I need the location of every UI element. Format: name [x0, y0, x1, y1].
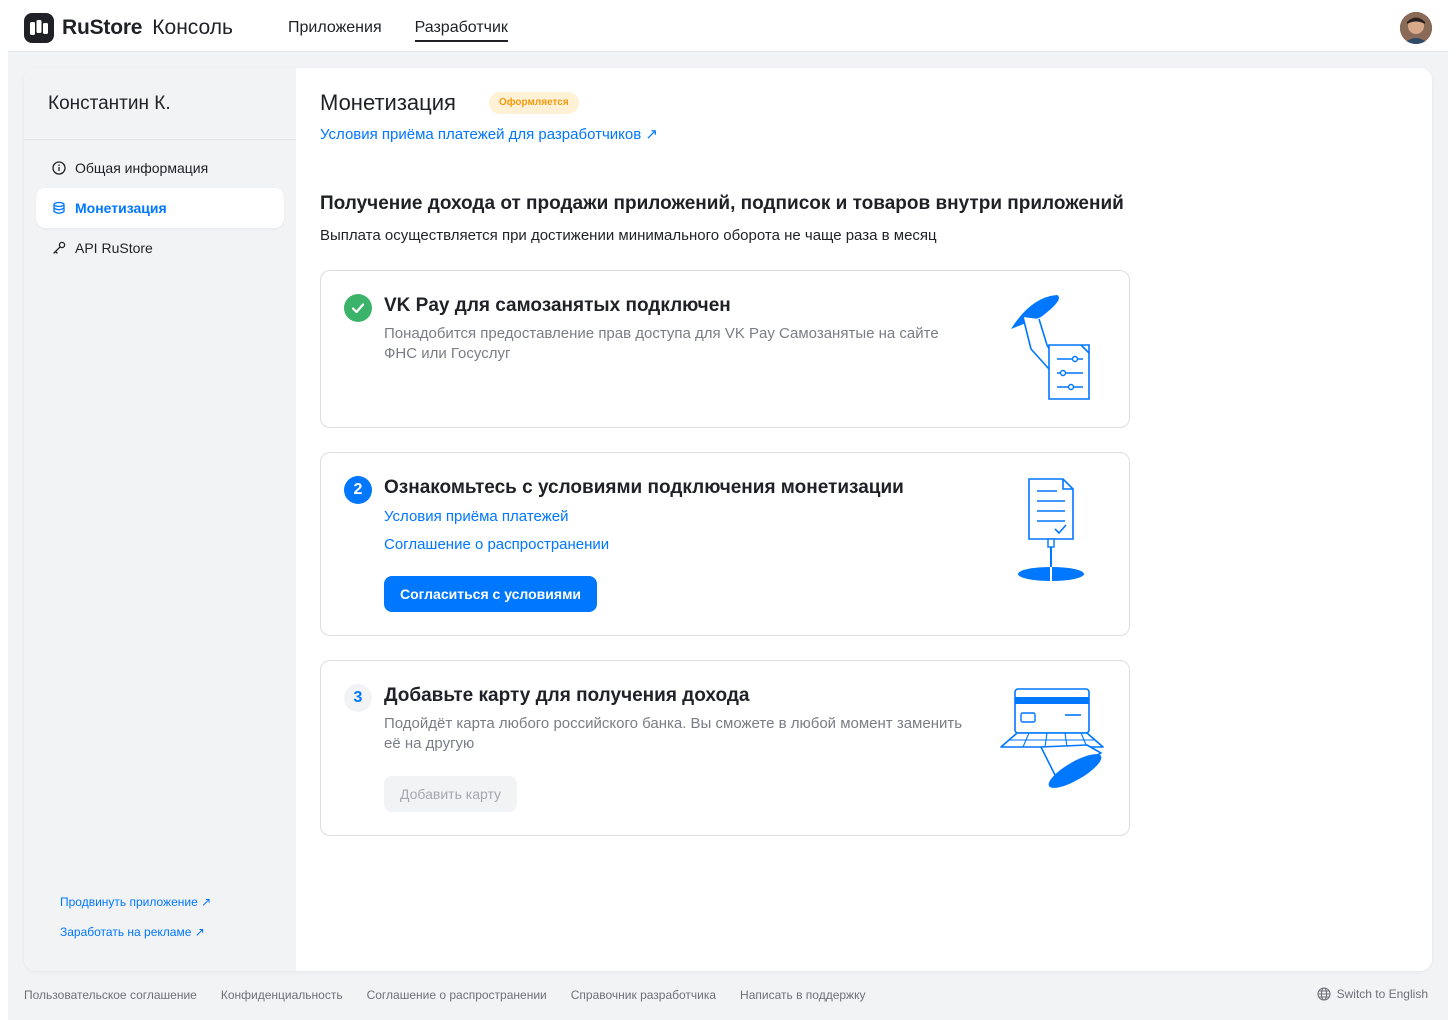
nav-developer[interactable]: Разработчик — [414, 4, 509, 52]
top-navigation: Приложения Разработчик — [288, 4, 509, 52]
step-description: Подойдёт карта любого российского банка.… — [384, 715, 963, 752]
step-title: Ознакомьтесь с условиями подключения мон… — [384, 477, 904, 498]
rustore-logo-icon — [24, 13, 54, 43]
section-subtitle: Выплата осуществляется при достижении ми… — [320, 227, 937, 244]
distribution-agreement-link[interactable]: Соглашение о распространении — [384, 536, 609, 553]
user-avatar[interactable] — [1400, 12, 1432, 44]
top-header: RuStore Консоль Приложения Разработчик — [8, 4, 1448, 52]
check-circle-icon — [344, 294, 372, 322]
step-description: Понадобится предоставление прав доступа … — [384, 325, 939, 362]
step-vkpay: VK Pay для самозанятых подключен Понадоб… — [320, 270, 1130, 428]
add-card-button[interactable]: Добавить карту — [384, 776, 518, 812]
key-icon — [53, 241, 66, 254]
footer-privacy-link[interactable]: Конфиденциальность — [221, 988, 343, 1002]
sidebar-user-name: Константин К. — [48, 93, 171, 114]
footer-developer-guide-link[interactable]: Справочник разработчика — [571, 988, 716, 1002]
card-laptop-illustration — [1000, 688, 1104, 788]
status-badge: Оформляется — [489, 92, 579, 114]
language-switch[interactable]: Switch to English — [1317, 987, 1428, 1001]
step-number-badge: 3 — [344, 684, 372, 712]
promote-app-link[interactable]: Продвинуть приложение ↗ — [60, 895, 211, 925]
sidebar-item-label: Общая информация — [75, 160, 209, 176]
footer-support-link[interactable]: Написать в поддержку — [740, 988, 865, 1002]
brand-name: RuStore — [62, 16, 143, 39]
section-title: Получение дохода от продажи приложений, … — [320, 193, 1124, 214]
footer-links: Пользовательское соглашение Конфиденциал… — [24, 988, 865, 1002]
footer-user-agreement-link[interactable]: Пользовательское соглашение — [24, 988, 197, 1002]
brand-subtitle: Консоль — [152, 16, 233, 39]
sidebar-external-links: Продвинуть приложение ↗ Заработать на ре… — [60, 895, 211, 955]
sidebar-item-label: API RuStore — [75, 240, 153, 256]
rustore-logo[interactable]: RuStore Консоль — [24, 13, 233, 43]
step-title: VK Pay для самозанятых подключен — [384, 295, 731, 316]
payment-terms-link[interactable]: Условия приёма платежей для разработчико… — [320, 125, 658, 143]
step-accept-terms: 2 Ознакомьтесь с условиями подключения м… — [320, 452, 1130, 636]
earn-on-ads-link[interactable]: Заработать на рекламе ↗ — [60, 925, 211, 955]
info-icon — [52, 161, 66, 175]
content-area: Монетизация Оформляется Условия приёма п… — [320, 68, 1432, 971]
coins-icon — [53, 201, 65, 214]
step-number-badge: 2 — [344, 476, 372, 504]
sidebar-item-monetization[interactable]: Монетизация — [36, 188, 284, 228]
sidebar-item-label: Монетизация — [75, 200, 167, 216]
language-switch-label: Switch to English — [1336, 987, 1428, 1001]
sidebar-item-api[interactable]: API RuStore — [36, 228, 284, 268]
hand-document-illustration — [1011, 295, 1090, 400]
step-title: Добавьте карту для получения дохода — [384, 685, 750, 706]
nav-apps[interactable]: Приложения — [288, 4, 382, 52]
sidebar-item-general-info[interactable]: Общая информация — [36, 148, 284, 188]
sidebar-divider — [24, 139, 296, 140]
signed-document-illustration — [1018, 478, 1084, 581]
globe-icon — [1317, 987, 1331, 1001]
sidebar: Константин К. Общая информация Монетизац… — [24, 68, 296, 971]
page-title: Монетизация — [320, 90, 456, 115]
payment-terms-step-link[interactable]: Условия приёма платежей — [384, 508, 568, 525]
footer-distribution-agreement-link[interactable]: Соглашение о распространении — [367, 988, 547, 1002]
main-card: Константин К. Общая информация Монетизац… — [24, 68, 1432, 971]
step-add-card: 3 Добавьте карту для получения дохода По… — [320, 660, 1130, 836]
accept-terms-button[interactable]: Согласиться с условиями — [384, 576, 598, 612]
